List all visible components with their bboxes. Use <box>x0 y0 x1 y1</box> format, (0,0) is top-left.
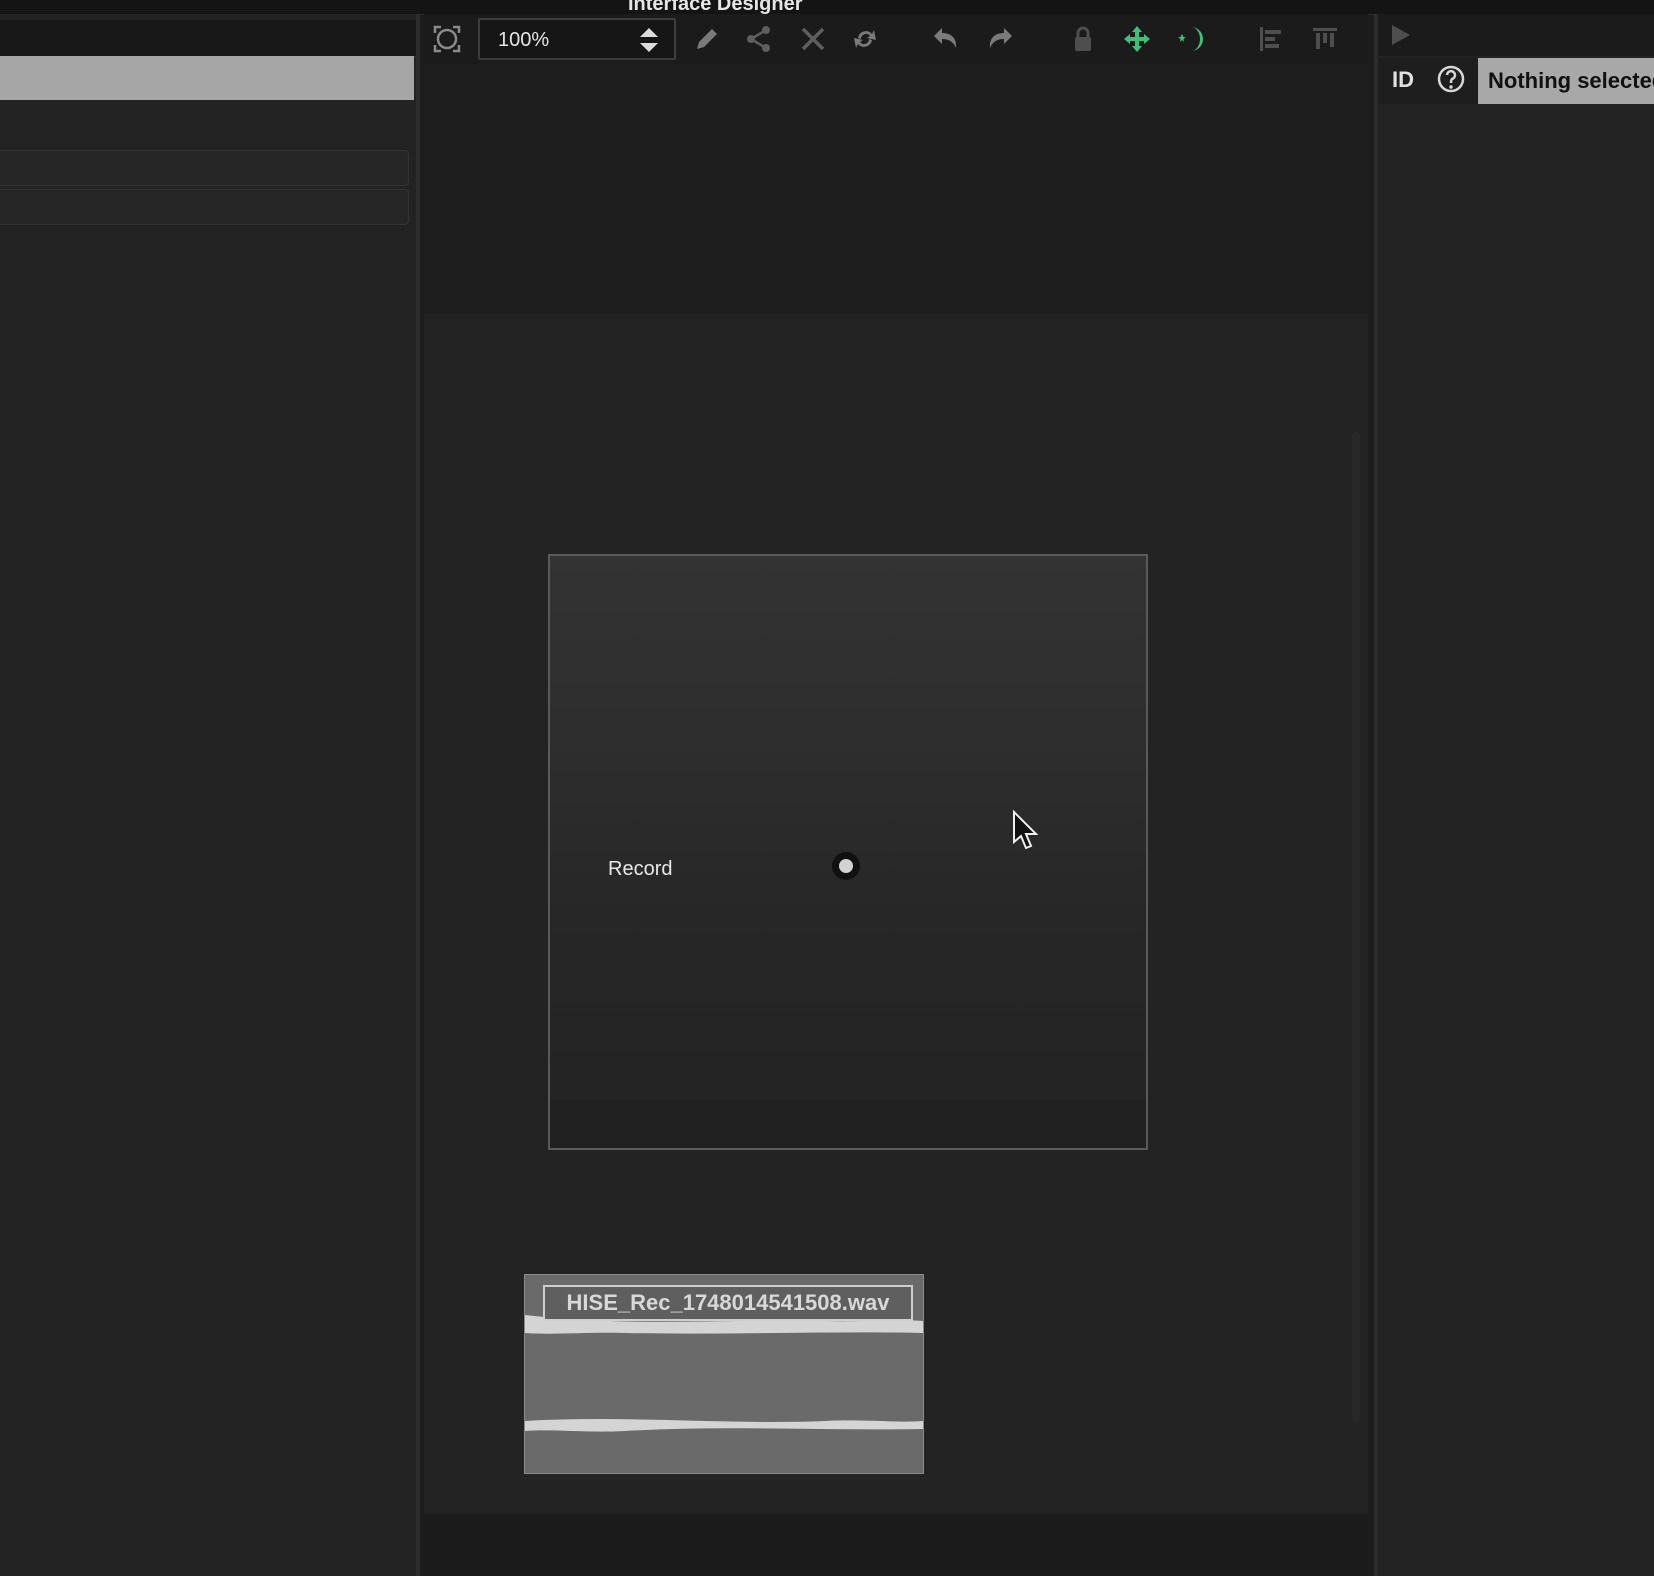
interface-designer-panel: 100% Record HISE_Rec_1748014541508.wav <box>424 14 1368 1576</box>
zoom-value: 100% <box>498 29 550 51</box>
help-icon[interactable] <box>1436 64 1466 94</box>
record-dot-icon <box>839 859 853 873</box>
window-title-bar: Interface Designer <box>0 0 1654 15</box>
canvas-header-area <box>424 64 1368 314</box>
mouse-cursor-icon <box>1013 810 1039 850</box>
canvas-scrollbar[interactable] <box>1352 432 1360 1422</box>
zoom-stepper-icon[interactable] <box>638 26 660 54</box>
refresh-icon[interactable] <box>848 22 882 56</box>
redo-icon[interactable] <box>984 22 1018 56</box>
property-id-row: ID Nothing selected <box>1378 58 1654 104</box>
record-label: Record <box>608 858 673 880</box>
left-panel-field[interactable] <box>0 189 409 225</box>
lock-icon[interactable] <box>1066 22 1100 56</box>
align-top-icon[interactable] <box>1308 22 1342 56</box>
left-panel-field[interactable] <box>0 150 409 186</box>
selection-status: Nothing selected <box>1478 58 1654 104</box>
share-icon[interactable] <box>742 22 776 56</box>
left-panel-search-bar[interactable] <box>0 56 414 100</box>
moon-icon[interactable] <box>1174 22 1208 56</box>
align-left-icon[interactable] <box>1254 22 1288 56</box>
audio-file-name: HISE_Rec_1748014541508.wav <box>543 1285 913 1321</box>
zoom-selector[interactable]: 100% <box>478 18 676 60</box>
audio-file-preview[interactable]: HISE_Rec_1748014541508.wav <box>524 1274 924 1474</box>
property-panel-header <box>1378 14 1654 56</box>
pencil-icon[interactable] <box>690 22 724 56</box>
record-button[interactable] <box>832 852 860 880</box>
canvas-footer-area <box>424 1514 1368 1576</box>
window-title: Interface Designer <box>628 0 803 15</box>
left-panel <box>0 14 420 1576</box>
interface-canvas[interactable]: Record <box>548 554 1148 1150</box>
property-panel: ID Nothing selected <box>1374 14 1654 1576</box>
move-icon[interactable] <box>1120 22 1154 56</box>
designer-toolbar: 100% <box>424 14 1368 64</box>
id-label: ID <box>1392 67 1414 92</box>
close-icon[interactable] <box>796 22 830 56</box>
undo-icon[interactable] <box>928 22 962 56</box>
play-icon[interactable] <box>1388 22 1414 48</box>
zoom-fit-icon[interactable] <box>430 22 464 56</box>
interface-bottom-strip <box>550 1100 1146 1148</box>
left-panel-header <box>0 20 416 57</box>
